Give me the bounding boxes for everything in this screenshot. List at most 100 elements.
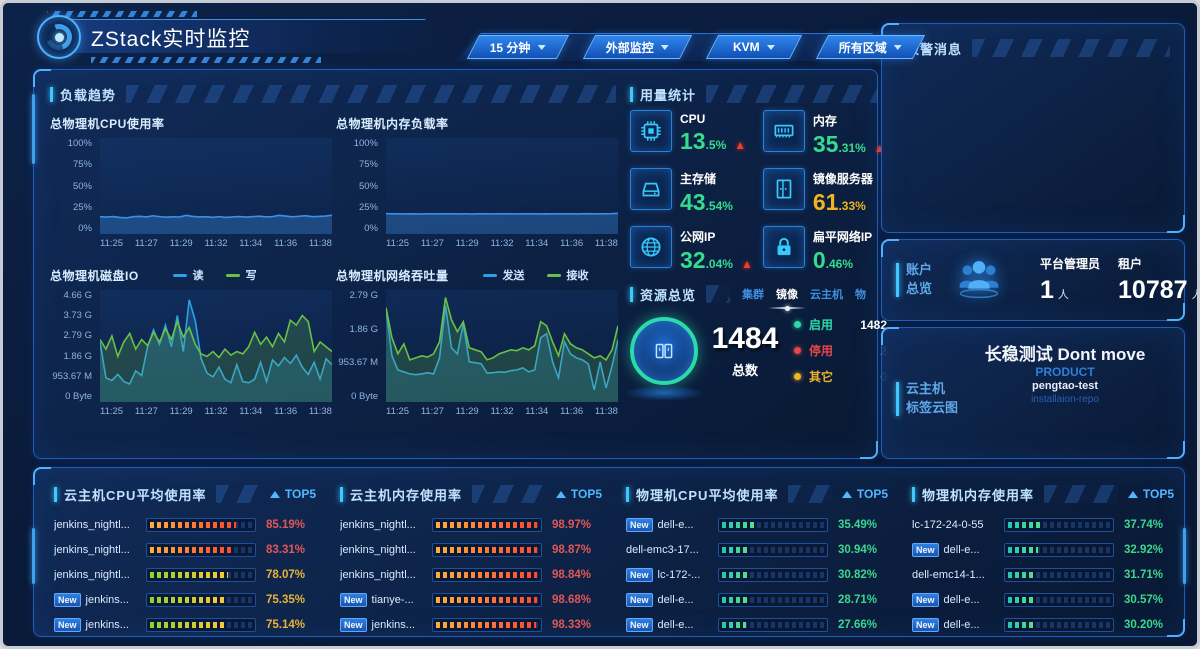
main-panel: 负载趋势 总物理机CPU使用率100%75%50%25%0%11:2511:27…	[33, 69, 878, 459]
x-axis-labels: 11:2511:2711:2911:3211:3411:3611:38	[386, 406, 618, 417]
table-row[interactable]: Newdell-e... 27.66%	[626, 616, 888, 634]
account-admin-stat: 平台管理员 1人	[1040, 255, 1100, 305]
y-axis-labels: 100%75%50%25%0%	[50, 138, 100, 234]
edge-accent	[32, 528, 35, 584]
account-tenant-stat: 租户 10787人	[1118, 255, 1200, 305]
header-dropdown-2[interactable]: KVM	[706, 35, 802, 59]
resource-tab-3[interactable]: 物	[855, 286, 866, 302]
row-name: dell-emc3-17...	[626, 544, 718, 556]
row-name: Newdell-e...	[912, 593, 1004, 607]
table-row[interactable]: Newlc-172-...30.82%	[626, 566, 888, 584]
usage-tile: CPU13.5%▲	[630, 110, 753, 156]
tag-cloud-item[interactable]: pengtao-test	[960, 380, 1170, 394]
header-dropdown-3[interactable]: 所有区域	[816, 35, 925, 59]
legend-swatch-icon	[226, 274, 240, 277]
users-icon	[948, 256, 1010, 305]
table-row[interactable]: Newtianye-...98.68%	[340, 591, 602, 609]
mirror-orb-icon	[630, 317, 698, 385]
tile-value: 35.31%▲	[813, 133, 886, 156]
row-name: Newdell-e...	[626, 618, 718, 632]
resource-legend-row: 其它0	[794, 368, 887, 385]
tile-label: 公网IP	[680, 228, 753, 245]
chart-legend: 读写	[173, 267, 257, 283]
row-value: 30.20%	[1124, 619, 1174, 631]
tag-cloud-item[interactable]: installaion-repo	[960, 394, 1170, 407]
usage-bar	[1004, 518, 1114, 532]
resource-overview: 1484 总数 启用1482停用2其它0	[630, 316, 880, 385]
table-row[interactable]: Newdell-e...32.92%	[912, 541, 1174, 559]
tag-cloud-side-label: 云主机 标签云图	[896, 380, 958, 418]
chevron-down-icon	[767, 45, 775, 50]
usage-bar	[1004, 618, 1114, 632]
usage-bar	[146, 543, 256, 557]
row-value: 31.71%	[1124, 569, 1174, 581]
table-row[interactable]: dell-emc3-17...30.94%	[626, 541, 888, 559]
table-row[interactable]: Newjenkins...98.33%	[340, 616, 602, 634]
section-usage: 用量统计	[630, 84, 878, 104]
resource-tab-1[interactable]: 镜像	[776, 286, 798, 302]
section-title: 负载趋势	[60, 85, 116, 104]
y-axis-labels: 100%75%50%25%0%	[336, 138, 386, 234]
table-title: 云主机内存使用率	[350, 485, 462, 504]
trend-up-icon: ▲	[734, 139, 746, 151]
chevron-down-icon	[894, 45, 902, 50]
table-row[interactable]: Newdell-e...30.20%	[912, 616, 1174, 634]
usage-bar	[432, 568, 542, 582]
memory-icon	[763, 110, 805, 152]
usage-bar	[432, 618, 542, 632]
legend-label: 启用	[809, 316, 843, 333]
header-dropdown-0[interactable]: 15 分钟	[467, 35, 569, 59]
triangle-up-icon	[556, 491, 566, 498]
table-vm-cpu: 云主机CPU平均使用率 TOP5 jenkins_nightl...85.19%…	[54, 484, 316, 634]
usage-bar	[718, 593, 828, 607]
row-value: 27.66%	[838, 619, 888, 631]
section-title: 用量统计	[640, 85, 696, 104]
table-header: 物理机内存使用率 TOP5	[912, 484, 1174, 504]
usage-bar	[146, 518, 256, 532]
lock-icon	[763, 226, 805, 268]
table-row[interactable]: Newjenkins...75.14%	[54, 616, 316, 634]
tag-cloud-item[interactable]: PRODUCT	[960, 365, 1170, 380]
legend-label: 停用	[809, 342, 843, 359]
row-name: Newjenkins...	[54, 593, 146, 607]
header-dropdown-1[interactable]: 外部监控	[583, 35, 692, 59]
storage-icon	[630, 168, 672, 210]
row-name: Newdell-e...	[626, 593, 718, 607]
table-row[interactable]: jenkins_nightl...98.87%	[340, 541, 602, 559]
table-row[interactable]: Newdell-e...28.71%	[626, 591, 888, 609]
chart-legend: 发送接收	[483, 267, 589, 283]
tag-cloud-item[interactable]: 长稳测试 Dont move	[960, 344, 1170, 365]
table-row[interactable]: jenkins_nightl...85.19%	[54, 516, 316, 534]
image-server-icon	[763, 168, 805, 210]
row-value: 98.68%	[552, 594, 602, 606]
new-badge: New	[340, 618, 367, 632]
table-row[interactable]: lc-172-24-0-5537.74%	[912, 516, 1174, 534]
legend-item: 写	[226, 267, 257, 283]
row-value: 35.49%	[838, 519, 888, 531]
account-side-label: 账户 总览	[896, 261, 932, 299]
table-row[interactable]: jenkins_nightl...83.31%	[54, 541, 316, 559]
tile-label: 扁平网络IP	[813, 228, 872, 245]
x-axis-labels: 11:2511:2711:2911:3211:3411:3611:38	[100, 238, 332, 249]
table-row[interactable]: Newdell-e...35.49%	[626, 516, 888, 534]
header-dash-decoration	[91, 57, 321, 63]
table-header: 云主机CPU平均使用率 TOP5	[54, 484, 316, 504]
resource-tab-0[interactable]: 集群	[742, 286, 764, 302]
table-row[interactable]: jenkins_nightl...98.97%	[340, 516, 602, 534]
table-row[interactable]: jenkins_nightl...98.84%	[340, 566, 602, 584]
new-badge: New	[54, 618, 81, 632]
x-axis-labels: 11:2511:2711:2911:3211:3411:3611:38	[100, 406, 332, 417]
row-name: jenkins_nightl...	[54, 569, 146, 581]
plot-area	[386, 290, 618, 402]
table-row[interactable]: dell-emc14-1...31.71%	[912, 566, 1174, 584]
table-row[interactable]: jenkins_nightl...78.07%	[54, 566, 316, 584]
header-dropdowns: 15 分钟外部监控KVM所有区域	[473, 35, 919, 59]
table-row[interactable]: Newjenkins...75.35%	[54, 591, 316, 609]
table-row[interactable]: Newdell-e...30.57%	[912, 591, 1174, 609]
top5-label: TOP5	[1128, 487, 1174, 501]
usage-bar	[1004, 543, 1114, 557]
resource-tab-2[interactable]: 云主机	[810, 286, 843, 302]
new-badge: New	[626, 568, 653, 582]
resource-legend-row: 启用1482	[794, 316, 887, 333]
usage-bar	[718, 568, 828, 582]
